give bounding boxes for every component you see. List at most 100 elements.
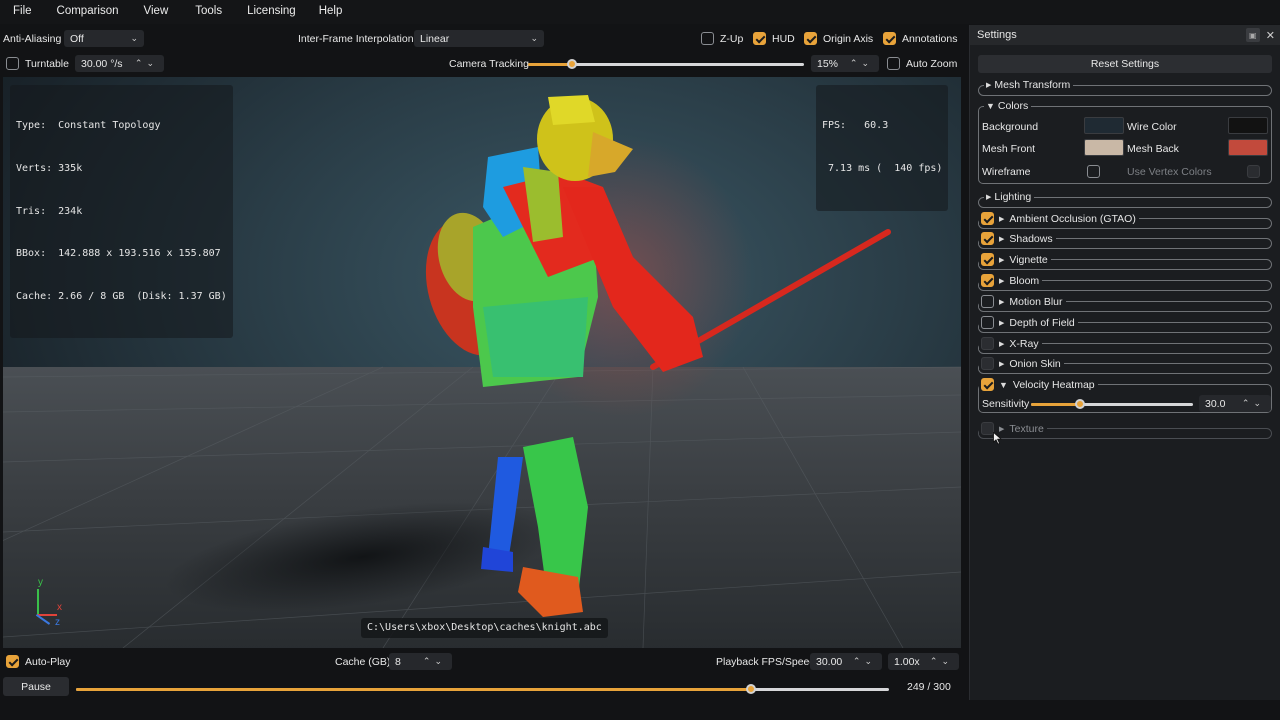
timeline-handle[interactable]: [746, 684, 756, 694]
expand-arrow-icon[interactable]: ▶: [999, 319, 1004, 327]
menu-file[interactable]: File: [0, 0, 45, 24]
timeline-slider[interactable]: [76, 684, 889, 694]
sensitivity-slider[interactable]: [1031, 399, 1193, 409]
sensitivity-stepper[interactable]: 30.0 ⌃⌄: [1199, 395, 1271, 412]
playback-fps-stepper[interactable]: 30.00 ⌃⌄: [810, 653, 882, 670]
stepper-arrows-icon[interactable]: ⌃⌄: [853, 656, 876, 667]
background-color-swatch[interactable]: [1084, 117, 1124, 134]
mesh-transform-section[interactable]: ▶ Mesh Transform: [978, 79, 1272, 96]
zup-checkbox[interactable]: [701, 32, 714, 45]
wire-color-swatch[interactable]: [1228, 117, 1268, 134]
zup-toggle[interactable]: Z-Up: [701, 32, 743, 45]
auto-zoom-toggle[interactable]: Auto Zoom: [887, 57, 957, 70]
fps-line: FPS: 60.3: [822, 120, 889, 132]
camera-tracking-fill: [528, 63, 572, 66]
depth-of-field-label: Depth of Field: [1009, 316, 1075, 329]
mesh-bbox: BBox: 142.888 x 193.516 x 155.807: [16, 248, 221, 260]
turntable-toggle[interactable]: Turntable: [6, 57, 69, 70]
vignette-label: Vignette: [1009, 253, 1048, 266]
expand-arrow-icon[interactable]: ▶: [999, 277, 1004, 285]
origin-axis-checkbox[interactable]: [804, 32, 817, 45]
camera-tracking-slider[interactable]: [528, 59, 804, 69]
mesh-back-color-swatch[interactable]: [1228, 139, 1268, 156]
motion-blur-checkbox[interactable]: [981, 295, 994, 308]
x-ray-section[interactable]: ▶ X-Ray: [978, 337, 1272, 354]
chevron-down-icon: ⌄: [130, 33, 138, 43]
menu-tools[interactable]: Tools: [181, 0, 235, 24]
wireframe-checkbox[interactable]: [1087, 165, 1100, 178]
bloom-label: Bloom: [1009, 274, 1040, 287]
stepper-arrows-icon[interactable]: ⌃⌄: [423, 656, 446, 667]
3d-viewport[interactable]: Type: Constant Topology Verts: 335k Tris…: [3, 77, 961, 648]
stepper-arrows-icon[interactable]: ⌃⌄: [1242, 398, 1265, 409]
stepper-arrows-icon[interactable]: ⌃⌄: [850, 58, 873, 69]
bloom-checkbox[interactable]: [981, 274, 994, 287]
mesh-verts: Verts: 335k: [16, 163, 83, 175]
autoplay-toggle[interactable]: Auto-Play: [6, 655, 71, 668]
collapse-arrow-icon[interactable]: ▼: [986, 101, 995, 111]
interp-select[interactable]: Linear ⌄: [414, 30, 544, 47]
depth-of-field-section[interactable]: ▶ Depth of Field: [978, 316, 1272, 333]
vertex-colors-checkbox[interactable]: [1246, 165, 1260, 178]
onion-skin-section[interactable]: ▶ Onion Skin: [978, 357, 1272, 374]
stepper-arrows-icon[interactable]: ⌃⌄: [135, 58, 158, 69]
expand-arrow-icon[interactable]: ▶: [999, 340, 1004, 348]
ambient-occlusion-section[interactable]: ▶ Ambient Occlusion (GTAO): [978, 212, 1272, 229]
zoom-stepper[interactable]: 15% ⌃⌄: [811, 55, 879, 72]
mesh-info-overlay: Type: Constant Topology Verts: 335k Tris…: [10, 85, 233, 339]
annotations-checkbox[interactable]: [883, 32, 896, 45]
camera-tracking-label: Camera Tracking: [449, 58, 529, 70]
expand-arrow-icon[interactable]: ▶: [999, 235, 1004, 243]
close-icon[interactable]: ✕: [1266, 29, 1275, 42]
reset-settings-button[interactable]: Reset Settings: [978, 55, 1272, 73]
menu-licensing[interactable]: Licensing: [235, 0, 309, 24]
depth-of-field-checkbox[interactable]: [981, 316, 994, 329]
origin-axis-label: Origin Axis: [823, 32, 874, 45]
pause-button[interactable]: Pause: [3, 677, 69, 696]
lighting-section[interactable]: ▶ Lighting: [978, 191, 1272, 208]
menu-help[interactable]: Help: [309, 0, 356, 24]
annotations-toggle[interactable]: Annotations: [883, 32, 957, 45]
expand-arrow-icon[interactable]: ▶: [999, 360, 1004, 368]
camera-tracking-handle[interactable]: [567, 59, 577, 69]
detach-icon[interactable]: ▣: [1245, 28, 1260, 42]
bloom-section[interactable]: ▶ Bloom: [978, 274, 1272, 291]
colors-section: ▼ Colors Background Wire Color Mesh Front…: [978, 100, 1272, 184]
shadows-section[interactable]: ▶ Shadows: [978, 232, 1272, 249]
onion-skin-label: Onion Skin: [1009, 357, 1061, 370]
vignette-section[interactable]: ▶ Vignette: [978, 253, 1272, 270]
autoplay-checkbox[interactable]: [6, 655, 19, 668]
expand-arrow-icon[interactable]: ▶: [999, 256, 1004, 264]
turntable-checkbox[interactable]: [6, 57, 19, 70]
ambient-occlusion-checkbox[interactable]: [981, 212, 994, 225]
hud-checkbox[interactable]: [753, 32, 766, 45]
mesh-front-color-swatch[interactable]: [1084, 139, 1124, 156]
expand-arrow-icon[interactable]: ▶: [999, 215, 1004, 223]
ambient-occlusion-label: Ambient Occlusion (GTAO): [1009, 212, 1136, 225]
mesh-type: Type: Constant Topology: [16, 120, 161, 132]
hud-toggle[interactable]: HUD: [753, 32, 795, 45]
stepper-arrows-icon[interactable]: ⌃⌄: [930, 656, 953, 667]
playback-speed-stepper[interactable]: 1.00x ⌃⌄: [888, 653, 959, 670]
x-ray-checkbox[interactable]: [981, 337, 994, 350]
sensitivity-handle[interactable]: [1075, 399, 1085, 409]
vignette-checkbox[interactable]: [981, 253, 994, 266]
onion-skin-checkbox[interactable]: [981, 357, 994, 370]
settings-header: Settings ▣ ✕: [970, 25, 1280, 45]
turntable-speed-stepper[interactable]: 30.00 °/s ⌃⌄: [75, 55, 164, 72]
motion-blur-section[interactable]: ▶ Motion Blur: [978, 295, 1272, 312]
origin-axis-toggle[interactable]: Origin Axis: [804, 32, 873, 45]
shadows-checkbox[interactable]: [981, 232, 994, 245]
settings-title: Settings: [977, 29, 1017, 41]
texture-section[interactable]: ▶ Texture: [978, 422, 1272, 439]
menu-comparison[interactable]: Comparison: [45, 0, 132, 24]
axis-gizmo: y x z: [33, 577, 73, 628]
settings-panel: Settings ▣ ✕ Reset Settings ▶ Mesh Transf…: [969, 25, 1280, 700]
expand-arrow-icon[interactable]: ▶: [999, 298, 1004, 306]
menu-view[interactable]: View: [132, 0, 182, 24]
anti-aliasing-select[interactable]: Off ⌄: [64, 30, 144, 47]
auto-zoom-checkbox[interactable]: [887, 57, 900, 70]
collapse-arrow-icon[interactable]: ▼: [999, 380, 1008, 390]
velocity-heatmap-checkbox[interactable]: [981, 378, 994, 391]
cache-stepper[interactable]: 8 ⌃⌄: [389, 653, 452, 670]
